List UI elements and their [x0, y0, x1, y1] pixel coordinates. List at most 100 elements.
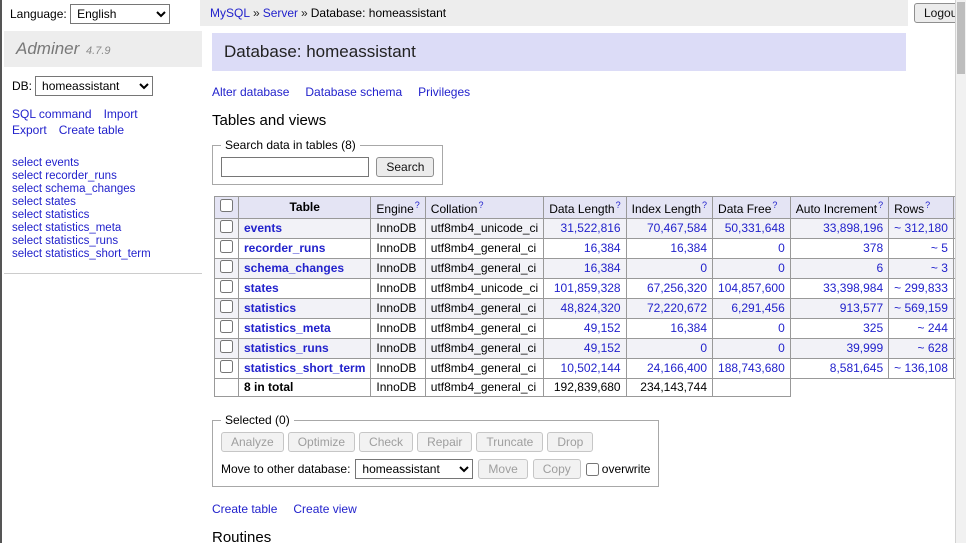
data-free-cell-link[interactable]: 0	[778, 321, 785, 335]
index-length-cell-link[interactable]: 67,256,320	[647, 281, 707, 295]
breadcrumb-link-mysql[interactable]: MySQL	[210, 6, 250, 20]
scrollbar[interactable]	[955, 0, 966, 543]
data-free-cell-link[interactable]: 0	[778, 341, 785, 355]
index-length-cell-link[interactable]: 16,384	[670, 321, 707, 335]
row-checkbox[interactable]	[220, 340, 233, 353]
table-name-link[interactable]: states	[244, 281, 279, 295]
data-length-cell-link[interactable]: 101,859,328	[554, 281, 621, 295]
sidebar-table-link[interactable]: select schema_changes	[12, 183, 194, 196]
index-length-cell-link[interactable]: 24,166,400	[647, 361, 707, 375]
rows-cell-link[interactable]: ~ 299,833	[894, 281, 948, 295]
overwrite-checkbox[interactable]	[586, 463, 599, 476]
create-view-link[interactable]: Create view	[293, 502, 356, 517]
database-schema-link[interactable]: Database schema	[305, 85, 402, 100]
data-length-cell-link[interactable]: 16,384	[584, 241, 621, 255]
sidebar-link-export[interactable]: Export	[12, 122, 47, 138]
data-free-cell-link[interactable]: 50,331,648	[725, 221, 785, 235]
row-checkbox[interactable]	[220, 360, 233, 373]
table-name-link[interactable]: schema_changes	[244, 261, 344, 275]
table-name-link[interactable]: statistics_runs	[244, 341, 329, 355]
sidebar-table-link[interactable]: select statistics_meta	[12, 222, 194, 235]
column-hint-link[interactable]: ?	[702, 200, 707, 210]
column-hint-link[interactable]: ?	[616, 200, 621, 210]
search-button[interactable]: Search	[376, 157, 434, 177]
table-name-link[interactable]: events	[244, 221, 282, 235]
auto-increment-cell-link[interactable]: 6	[876, 261, 883, 275]
sidebar-table-link[interactable]: select states	[12, 196, 194, 209]
row-checkbox[interactable]	[220, 220, 233, 233]
rows-cell-link[interactable]: ~ 136,108	[894, 361, 948, 375]
sidebar-link-create-table[interactable]: Create table	[59, 122, 124, 138]
alter-database-link[interactable]: Alter database	[212, 85, 289, 100]
auto-increment-cell-link[interactable]: 39,999	[846, 341, 883, 355]
truncate-button[interactable]: Truncate	[476, 432, 543, 452]
row-checkbox[interactable]	[220, 240, 233, 253]
index-length-cell-link[interactable]: 16,384	[670, 241, 707, 255]
sidebar-table-link[interactable]: select statistics	[12, 209, 194, 222]
sidebar-table-link[interactable]: select statistics_short_term	[12, 248, 194, 261]
table-name-link[interactable]: statistics_short_term	[244, 361, 365, 375]
engine-cell: InnoDB	[371, 359, 425, 379]
auto-increment-cell-link[interactable]: 325	[863, 321, 883, 335]
data-free-cell-link[interactable]: 6,291,456	[731, 301, 784, 315]
language-select[interactable]: English	[70, 4, 170, 24]
sidebar-table-link[interactable]: select statistics_runs	[12, 235, 194, 248]
rows-cell-link[interactable]: ~ 312,180	[894, 221, 948, 235]
move-button[interactable]: Move	[478, 459, 527, 479]
optimize-button[interactable]: Optimize	[288, 432, 355, 452]
repair-button[interactable]: Repair	[417, 432, 472, 452]
rows-cell-link[interactable]: ~ 244	[918, 321, 948, 335]
rows-cell-link[interactable]: ~ 569,159	[894, 301, 948, 315]
column-hint-link[interactable]: ?	[415, 200, 420, 210]
sidebar-table-link[interactable]: select recorder_runs	[12, 170, 194, 183]
column-hint-link[interactable]: ?	[925, 200, 930, 210]
row-checkbox[interactable]	[220, 300, 233, 313]
auto-increment-cell-link[interactable]: 378	[863, 241, 883, 255]
select-all-checkbox[interactable]	[220, 199, 233, 212]
drop-button[interactable]: Drop	[547, 432, 593, 452]
rows-cell-link[interactable]: ~ 5	[931, 241, 948, 255]
data-free-cell-link[interactable]: 0	[778, 261, 785, 275]
table-name-link[interactable]: statistics_meta	[244, 321, 331, 335]
analyze-button[interactable]: Analyze	[221, 432, 284, 452]
breadcrumb-link-server[interactable]: Server	[263, 6, 298, 20]
sidebar-link-sql-command[interactable]: SQL command	[12, 106, 92, 122]
index-length-cell-link[interactable]: 0	[700, 341, 707, 355]
table-name-link[interactable]: recorder_runs	[244, 241, 325, 255]
data-length-cell-link[interactable]: 16,384	[584, 261, 621, 275]
data-free-cell-link[interactable]: 0	[778, 241, 785, 255]
row-checkbox[interactable]	[220, 260, 233, 273]
column-hint-link[interactable]: ?	[478, 200, 483, 210]
data-length-cell-link[interactable]: 10,502,144	[561, 361, 621, 375]
data-free-cell-link[interactable]: 104,857,600	[718, 281, 785, 295]
index-length-cell-link[interactable]: 72,220,672	[647, 301, 707, 315]
data-length-cell-link[interactable]: 49,152	[584, 341, 621, 355]
auto-increment-cell-link[interactable]: 33,898,196	[823, 221, 883, 235]
index-length-cell-link[interactable]: 0	[700, 261, 707, 275]
row-checkbox[interactable]	[220, 280, 233, 293]
search-input[interactable]	[221, 157, 369, 177]
scrollbar-thumb[interactable]	[957, 2, 965, 74]
column-hint-link[interactable]: ?	[878, 200, 883, 210]
auto-increment-cell-link[interactable]: 8,581,645	[830, 361, 883, 375]
auto-increment-cell-link[interactable]: 913,577	[840, 301, 883, 315]
privileges-link[interactable]: Privileges	[418, 85, 470, 100]
db-select[interactable]: homeassistant	[35, 76, 153, 96]
rows-cell-link[interactable]: ~ 628	[918, 341, 948, 355]
index-length-cell-link[interactable]: 70,467,584	[647, 221, 707, 235]
table-name-link[interactable]: statistics	[244, 301, 296, 315]
column-hint-link[interactable]: ?	[772, 200, 777, 210]
row-checkbox[interactable]	[220, 320, 233, 333]
data-length-cell-link[interactable]: 48,824,320	[561, 301, 621, 315]
move-db-select[interactable]: homeassistant	[355, 459, 473, 479]
copy-button[interactable]: Copy	[533, 459, 581, 479]
auto-increment-cell-link[interactable]: 33,398,984	[823, 281, 883, 295]
create-table-link[interactable]: Create table	[212, 502, 277, 517]
data-length-cell-link[interactable]: 31,522,816	[561, 221, 621, 235]
data-free-cell-link[interactable]: 188,743,680	[718, 361, 785, 375]
sidebar-table-link[interactable]: select events	[12, 157, 194, 170]
rows-cell-link[interactable]: ~ 3	[931, 261, 948, 275]
sidebar-link-import[interactable]: Import	[104, 106, 138, 122]
data-length-cell-link[interactable]: 49,152	[584, 321, 621, 335]
check-button[interactable]: Check	[359, 432, 413, 452]
